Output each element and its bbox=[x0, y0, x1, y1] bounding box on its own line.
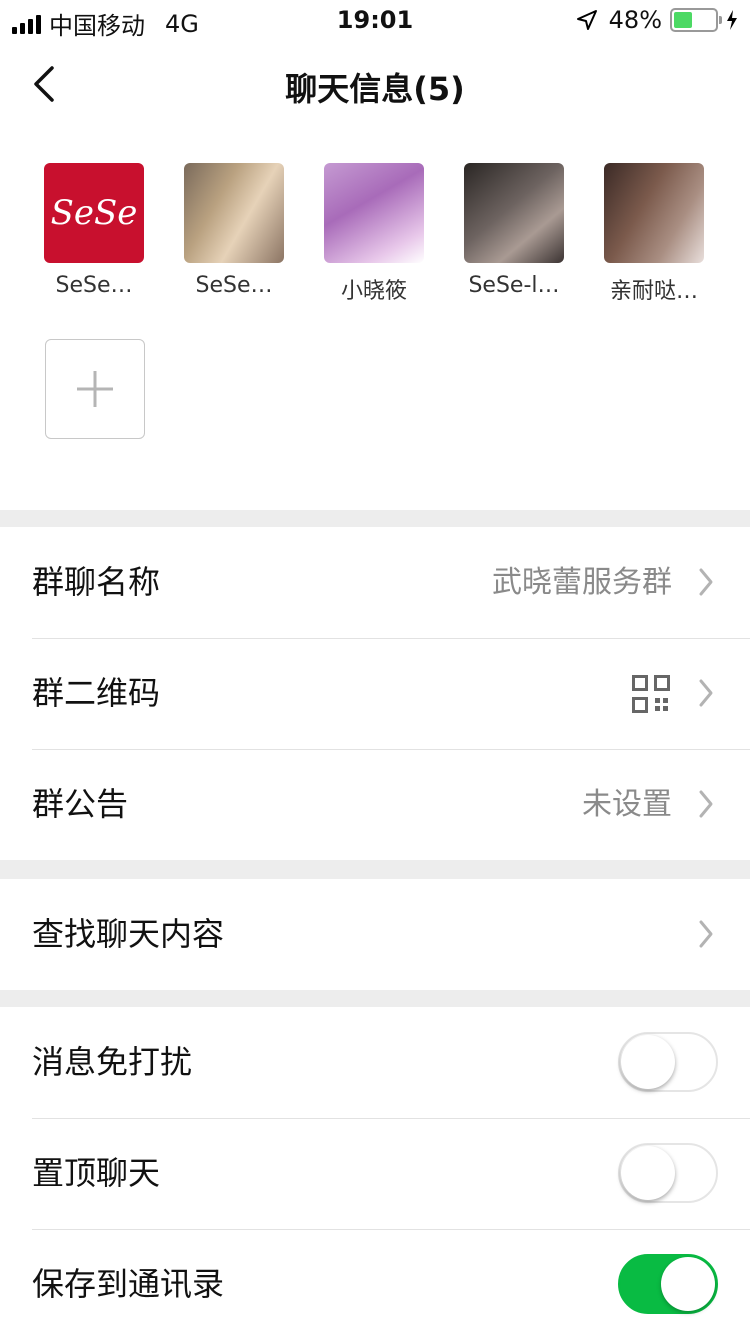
group-announcement-row[interactable]: 群公告 未设置 bbox=[0, 749, 750, 860]
group-name-label: 群聊名称 bbox=[32, 563, 161, 601]
chevron-right-icon bbox=[699, 920, 713, 948]
sticky-label: 置顶聊天 bbox=[32, 1154, 161, 1192]
save-contacts-label: 保存到通讯录 bbox=[32, 1265, 225, 1303]
avatar-logo-text: SeSe bbox=[50, 193, 138, 233]
mute-toggle[interactable] bbox=[618, 1032, 718, 1092]
member-name: 小晓筱 bbox=[340, 279, 407, 304]
avatar bbox=[324, 163, 424, 263]
nav-bar: 聊天信息(5) bbox=[0, 44, 750, 126]
location-arrow-icon bbox=[576, 10, 597, 30]
add-member-button[interactable] bbox=[45, 339, 145, 439]
member-item[interactable]: 小晓筱 bbox=[312, 163, 436, 305]
member-item[interactable]: 亲耐哒… bbox=[592, 163, 716, 305]
search-history-row[interactable]: 查找聊天内容 bbox=[0, 879, 750, 990]
member-name: 亲耐哒… bbox=[609, 279, 698, 304]
avatar bbox=[184, 163, 284, 263]
save-contacts-toggle[interactable] bbox=[618, 1254, 718, 1314]
chevron-right-icon bbox=[699, 568, 713, 596]
qr-code-icon bbox=[632, 675, 670, 713]
sticky-row: 置顶聊天 bbox=[0, 1118, 750, 1229]
member-name: SeSe… bbox=[55, 273, 133, 298]
sticky-toggle[interactable] bbox=[618, 1143, 718, 1203]
charging-icon bbox=[727, 10, 737, 30]
save-contacts-row: 保存到通讯录 bbox=[0, 1229, 750, 1340]
search-section: 查找聊天内容 bbox=[0, 879, 750, 990]
plus-icon bbox=[77, 371, 113, 407]
page-title: 聊天信息(5) bbox=[285, 70, 465, 108]
avatar bbox=[464, 163, 564, 263]
battery-icon bbox=[670, 8, 722, 32]
battery-percent: 48% bbox=[608, 6, 662, 34]
member-item[interactable]: SeSe-l… bbox=[452, 163, 576, 298]
search-history-label: 查找聊天内容 bbox=[32, 915, 225, 953]
group-name-value: 武晓蕾服务群 bbox=[492, 565, 672, 600]
member-item[interactable]: SeSe… bbox=[172, 163, 296, 298]
group-info-section: 群聊名称 武晓蕾服务群 群二维码 群公告 未设置 bbox=[0, 527, 750, 860]
avatar: SeSe bbox=[44, 163, 144, 263]
member-item[interactable]: SeSe SeSe… bbox=[32, 163, 156, 298]
status-bar: 中国移动 4G 19:01 48% bbox=[0, 0, 750, 44]
status-right: 48% bbox=[575, 6, 738, 34]
mute-label: 消息免打扰 bbox=[32, 1043, 193, 1081]
group-announcement-label: 群公告 bbox=[32, 785, 129, 823]
mute-row: 消息免打扰 bbox=[0, 1007, 750, 1118]
avatar bbox=[604, 163, 704, 263]
group-qr-row[interactable]: 群二维码 bbox=[0, 638, 750, 749]
chevron-right-icon bbox=[699, 790, 713, 818]
member-name: SeSe-l… bbox=[468, 273, 560, 298]
settings-section: 消息免打扰 置顶聊天 保存到通讯录 bbox=[0, 1007, 750, 1340]
group-name-row[interactable]: 群聊名称 武晓蕾服务群 bbox=[0, 527, 750, 638]
group-announcement-value: 未设置 bbox=[582, 787, 672, 822]
chevron-right-icon bbox=[699, 679, 713, 707]
member-grid: SeSe SeSe… SeSe… 小晓筱 SeSe-l… 亲耐哒… bbox=[0, 126, 750, 510]
member-name: SeSe… bbox=[195, 273, 273, 298]
group-qr-label: 群二维码 bbox=[32, 674, 161, 712]
